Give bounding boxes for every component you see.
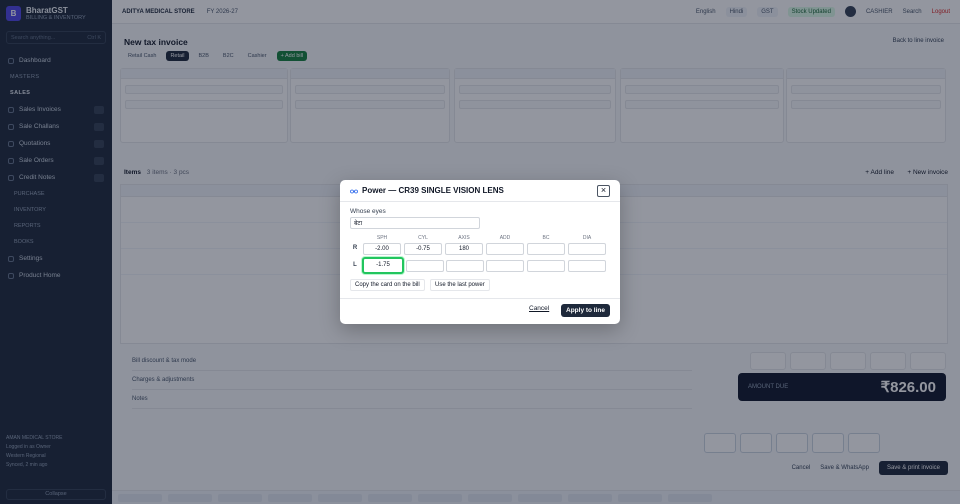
glasses-icon [350, 189, 358, 193]
cancel-button[interactable]: Cancel [529, 305, 549, 312]
close-button[interactable]: × [597, 184, 610, 197]
copy-card-button[interactable]: Copy the card on the bill [350, 279, 425, 291]
left-dia-input[interactable] [568, 260, 606, 272]
right-add-input[interactable] [486, 243, 524, 255]
apply-to-line-button[interactable]: Apply to line [561, 304, 610, 317]
row-label-right: R [352, 245, 358, 251]
column-header-cyl: CYL [418, 235, 428, 241]
left-axis-input[interactable] [446, 260, 484, 272]
column-header-bc: BC [542, 235, 550, 241]
row-label-left: L [353, 262, 357, 268]
dialog-header: Power — CR39 SINGLE VISION LENS × [340, 180, 620, 202]
right-axis-input[interactable]: 180 [445, 243, 483, 255]
dialog-footer-divider [340, 298, 620, 299]
left-cyl-input[interactable] [406, 260, 444, 272]
left-bc-input[interactable] [527, 260, 565, 272]
column-header-dia: DIA [582, 235, 592, 241]
right-cyl-input[interactable]: -0.75 [404, 243, 442, 255]
right-dia-input[interactable] [568, 243, 606, 255]
right-sph-input[interactable]: -2.00 [363, 243, 401, 255]
column-header-axis: AXIS [458, 235, 470, 241]
dialog-title: Power — CR39 SINGLE VISION LENS [362, 186, 504, 195]
use-last-power-button[interactable]: Use the last power [430, 279, 490, 291]
whose-eyes-input[interactable] [350, 217, 480, 229]
close-icon: × [600, 184, 607, 195]
power-dialog: Power — CR39 SINGLE VISION LENS × Whose … [340, 180, 620, 324]
whose-eyes-label: Whose eyes [350, 208, 386, 215]
right-bc-input[interactable] [527, 243, 565, 255]
column-header-add: ADD [499, 235, 511, 241]
left-add-input[interactable] [486, 260, 524, 272]
column-header-sph: SPH [376, 235, 388, 241]
left-sph-input[interactable]: -1.75 [362, 257, 404, 274]
